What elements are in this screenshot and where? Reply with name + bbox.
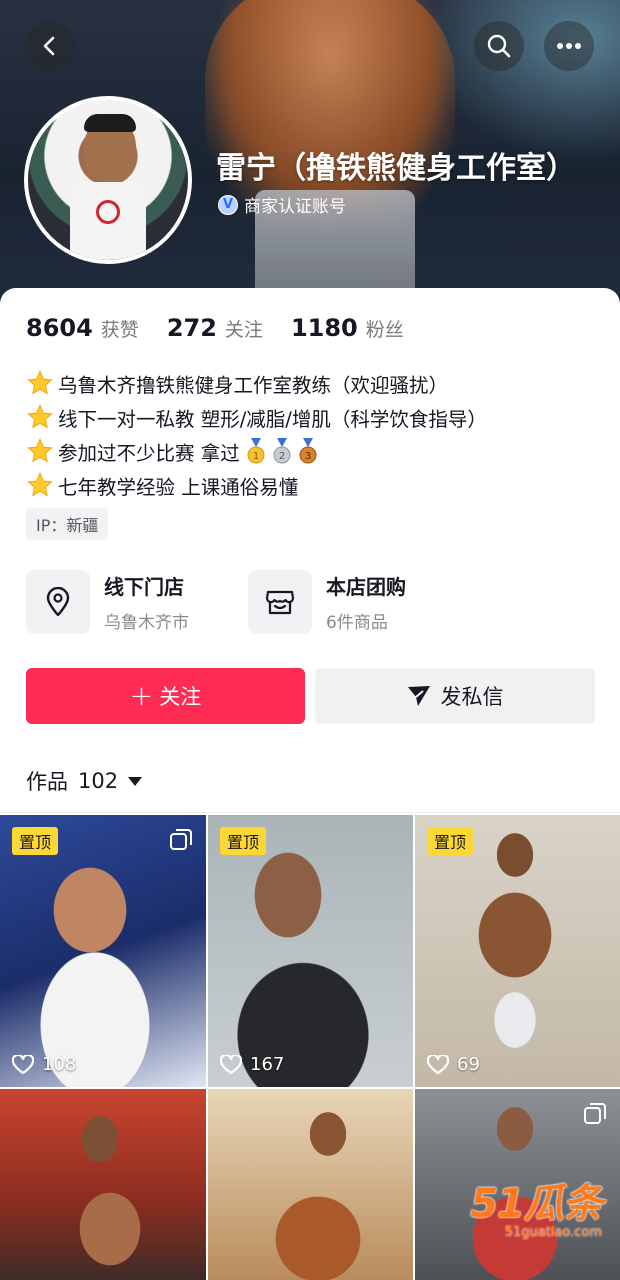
- video-tile[interactable]: [208, 1089, 413, 1280]
- stat-label: 关注: [224, 319, 263, 341]
- profile-name: 雷宁（撸铁熊健身工作室）: [216, 151, 576, 186]
- back-button[interactable]: [25, 21, 75, 71]
- works-count: 102: [78, 769, 119, 793]
- bio-text: 参加过不少比赛 拿过: [58, 441, 240, 465]
- message-button[interactable]: 发私信: [315, 668, 595, 724]
- group-buy-title: 本店团购: [326, 575, 406, 599]
- store-icon: [248, 570, 312, 634]
- store-title: 线下门店: [104, 575, 184, 599]
- pinned-badge: 置顶: [220, 827, 267, 855]
- message-label: 发私信: [440, 685, 504, 709]
- follow-label: 关注: [159, 685, 202, 709]
- video-tile[interactable]: 置顶 108: [0, 815, 206, 1087]
- verification-badge[interactable]: V 商家认证账号: [218, 192, 346, 217]
- group-buy-entry[interactable]: 本店团购 6件商品: [248, 570, 406, 634]
- video-tile[interactable]: [0, 1089, 206, 1280]
- svg-text:1: 1: [253, 451, 259, 462]
- bio-line: 线下一对一私教 塑形/减脂/增肌（科学饮食指导）: [26, 400, 487, 434]
- verification-label: 商家认证账号: [244, 197, 346, 217]
- star-icon: [27, 438, 53, 463]
- heart-icon: [220, 1054, 242, 1074]
- more-button[interactable]: [544, 21, 594, 71]
- store-subtitle: 乌鲁木齐市: [104, 613, 189, 633]
- video-tile[interactable]: 置顶 167: [208, 815, 413, 1087]
- svg-text:3: 3: [305, 451, 311, 462]
- works-label: 作品: [26, 770, 68, 794]
- star-icon: [27, 404, 53, 429]
- watermark-logo: 51瓜条: [470, 1181, 603, 1227]
- search-icon: [487, 34, 511, 58]
- watermark-url: 51guatiao.com: [504, 1225, 602, 1240]
- stats-row: 8604 获赞 272 关注 1180 粉丝: [26, 314, 432, 342]
- bronze-medal-icon: 3: [299, 438, 317, 464]
- location-pin-icon: [26, 570, 90, 634]
- more-icon: [557, 43, 581, 49]
- ip-location-tag: IP：新疆: [26, 508, 109, 540]
- gold-medal-icon: 1: [247, 438, 265, 464]
- caret-down-icon: [128, 776, 143, 786]
- verified-icon: V: [218, 194, 238, 215]
- bio-text: 线下一对一私教 塑形/减脂/增肌（科学饮食指导）: [58, 407, 487, 431]
- pinned-badge: 置顶: [427, 827, 474, 855]
- like-count: 108: [12, 1054, 76, 1075]
- stat-label: 获赞: [100, 319, 139, 341]
- stat-followers[interactable]: 1180 粉丝: [291, 314, 404, 342]
- divider: [0, 812, 620, 813]
- multi-image-icon: [584, 1103, 606, 1124]
- bio-line: 参加过不少比赛 拿过 1 2 3: [26, 434, 487, 468]
- star-icon: [27, 370, 53, 395]
- bio-line: 乌鲁木齐撸铁熊健身工作室教练（欢迎骚扰）: [26, 366, 487, 400]
- bio-text: 七年教学经验 上课通俗易懂: [58, 475, 299, 499]
- bio-text: 乌鲁木齐撸铁熊健身工作室教练（欢迎骚扰）: [58, 373, 449, 397]
- star-icon: [27, 472, 53, 497]
- pinned-badge: 置顶: [12, 827, 59, 855]
- avatar[interactable]: [24, 96, 192, 264]
- bio-line: 七年教学经验 上课通俗易懂: [26, 468, 487, 502]
- video-grid: 置顶 108 置顶 167 置顶 69 51瓜条 51guatiao.com: [0, 815, 620, 1280]
- tab-works[interactable]: 作品 102: [26, 766, 143, 796]
- follow-button[interactable]: + 关注: [26, 668, 305, 724]
- silver-medal-icon: 2: [273, 438, 291, 464]
- offline-store-entry[interactable]: 线下门店 乌鲁木齐市: [26, 570, 189, 634]
- stat-value: 272: [166, 314, 217, 342]
- search-button[interactable]: [474, 21, 524, 71]
- stat-value: 8604: [26, 314, 93, 342]
- heart-icon: [427, 1054, 449, 1074]
- stat-value: 1180: [290, 314, 358, 342]
- heart-icon: [12, 1054, 34, 1074]
- plus-icon: +: [129, 679, 154, 712]
- send-icon: [407, 686, 430, 706]
- back-icon: [43, 36, 55, 56]
- video-tile[interactable]: 置顶 69: [415, 815, 620, 1087]
- stat-likes[interactable]: 8604 获赞: [26, 314, 139, 342]
- bio: 乌鲁木齐撸铁熊健身工作室教练（欢迎骚扰） 线下一对一私教 塑形/减脂/增肌（科学…: [26, 366, 487, 502]
- group-buy-subtitle: 6件商品: [326, 613, 388, 633]
- multi-image-icon: [170, 829, 192, 850]
- stat-following[interactable]: 272 关注: [167, 314, 263, 342]
- site-watermark: 51瓜条 51guatiao.com: [470, 1171, 603, 1240]
- svg-text:2: 2: [279, 451, 285, 462]
- stat-label: 粉丝: [365, 319, 404, 341]
- like-count: 167: [220, 1054, 284, 1075]
- like-count: 69: [427, 1054, 480, 1075]
